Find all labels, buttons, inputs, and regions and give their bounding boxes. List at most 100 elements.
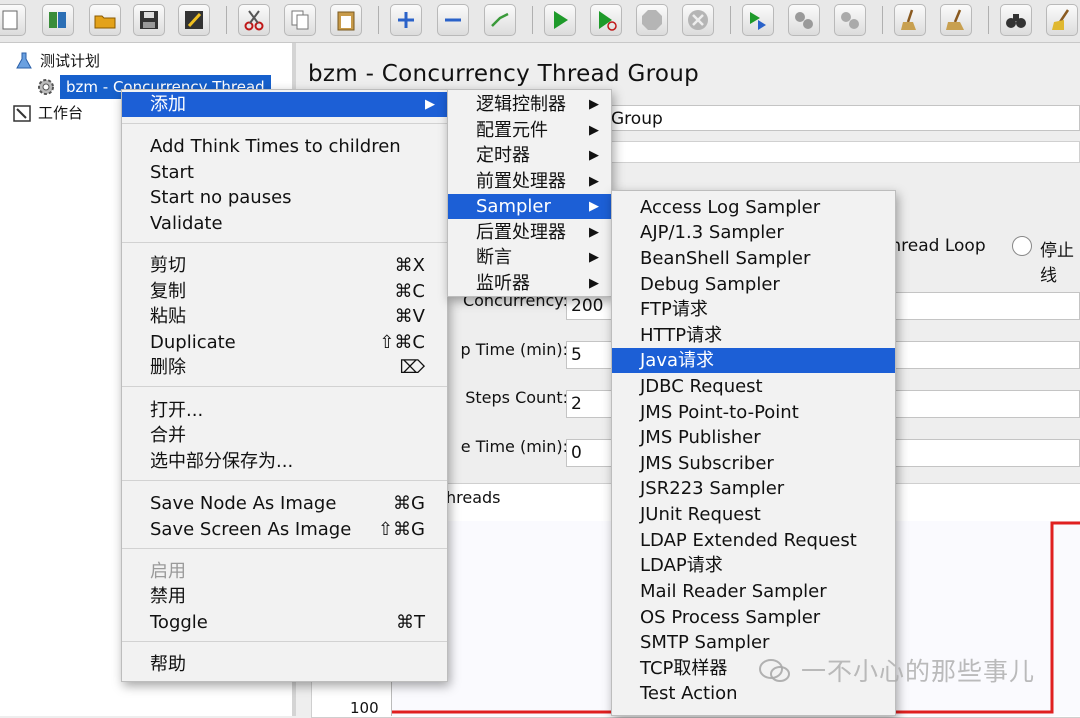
sampler-item[interactable]: BeanShell Sampler: [612, 246, 895, 271]
menu-item-label: 剪切: [150, 255, 186, 276]
chart-y-tick: 100: [350, 699, 379, 717]
clear-all-icon[interactable]: [940, 4, 972, 36]
sampler-item[interactable]: JMS Point-to-Point: [612, 400, 895, 425]
menu-item-copy[interactable]: 复制 ⌘C: [122, 279, 447, 304]
menu-item-label: 添加: [150, 94, 186, 115]
submenu-item-config-element[interactable]: 配置元件 ▶: [448, 118, 611, 143]
sampler-item[interactable]: Debug Sampler: [612, 272, 895, 297]
start-icon[interactable]: [544, 4, 576, 36]
save-as-icon[interactable]: [178, 4, 210, 36]
menu-item-label: 合并: [150, 425, 186, 446]
menu-item-save-screen-image[interactable]: Save Screen As Image ⇧⌘G: [122, 517, 447, 542]
menu-item-save-node-image[interactable]: Save Node As Image ⌘G: [122, 491, 447, 516]
search-icon[interactable]: [1000, 4, 1032, 36]
sampler-item[interactable]: JDBC Request: [612, 374, 895, 399]
wechat-icon: [759, 659, 790, 682]
paste-icon[interactable]: [330, 4, 362, 36]
remote-stop-icon[interactable]: [788, 4, 820, 36]
copy-icon[interactable]: [284, 4, 316, 36]
sampler-submenu: Access Log Sampler AJP/1.3 Sampler BeanS…: [611, 190, 896, 716]
gear-icon: [38, 79, 54, 95]
submenu-arrow-icon: ▶: [589, 276, 599, 291]
menu-item-add-think-times[interactable]: Add Think Times to children: [122, 134, 447, 159]
comments-field[interactable]: [586, 141, 1080, 163]
expand-icon[interactable]: [390, 4, 422, 36]
sampler-item[interactable]: FTP请求: [612, 297, 895, 322]
chart-legend: hreads: [446, 488, 501, 507]
submenu-item-logic-controller[interactable]: 逻辑控制器 ▶: [448, 92, 611, 117]
sampler-item[interactable]: OS Process Sampler: [612, 605, 895, 630]
menu-item-label: JMS Publisher: [640, 427, 761, 448]
remote-shutdown-icon[interactable]: [834, 4, 866, 36]
submenu-item-sampler[interactable]: Sampler ▶: [448, 194, 611, 219]
menu-item-save-selection-as[interactable]: 选中部分保存为...: [122, 449, 447, 474]
menu-item-open[interactable]: 打开...: [122, 398, 447, 423]
toggle-icon[interactable]: [484, 4, 516, 36]
menu-item-label: LDAP请求: [640, 555, 723, 576]
submenu-item-pre-processor[interactable]: 前置处理器 ▶: [448, 169, 611, 194]
context-menu: 添加 ▶ Add Think Times to children Start S…: [121, 89, 448, 682]
start-no-pauses-icon[interactable]: [590, 4, 622, 36]
sampler-item[interactable]: JUnit Request: [612, 502, 895, 527]
menu-item-start[interactable]: Start: [122, 160, 447, 185]
menu-item-cut[interactable]: 剪切 ⌘X: [122, 253, 447, 278]
submenu-item-post-processor[interactable]: 后置处理器 ▶: [448, 220, 611, 245]
submenu-arrow-icon: ▶: [425, 97, 435, 112]
sampler-item[interactable]: LDAP请求: [612, 553, 895, 578]
cut-icon[interactable]: [238, 4, 270, 36]
stop-icon: [636, 4, 668, 36]
submenu-arrow-icon: ▶: [589, 97, 599, 112]
submenu-item-assertion[interactable]: 断言 ▶: [448, 245, 611, 270]
menu-item-label: LDAP Extended Request: [640, 530, 857, 551]
sampler-item[interactable]: JMS Subscriber: [612, 451, 895, 476]
menu-item-paste[interactable]: 粘贴 ⌘V: [122, 304, 447, 329]
submenu-item-listener[interactable]: 监听器 ▶: [448, 271, 611, 296]
reset-search-icon[interactable]: [1046, 4, 1078, 36]
menu-item-label: JSR223 Sampler: [640, 478, 785, 499]
sampler-item[interactable]: LDAP Extended Request: [612, 528, 895, 553]
submenu-item-timer[interactable]: 定时器 ▶: [448, 143, 611, 168]
collapse-icon[interactable]: [437, 4, 469, 36]
sampler-item[interactable]: AJP/1.3 Sampler: [612, 220, 895, 245]
stop-thread-radio[interactable]: [1012, 236, 1032, 256]
menu-item-label: JMS Point-to-Point: [640, 402, 799, 423]
menu-item-label: JUnit Request: [640, 504, 761, 525]
menu-item-disable[interactable]: 禁用: [122, 584, 447, 609]
menu-item-duplicate[interactable]: Duplicate ⇧⌘C: [122, 330, 447, 355]
sampler-item[interactable]: JMS Publisher: [612, 425, 895, 450]
menu-item-merge[interactable]: 合并: [122, 423, 447, 448]
menu-item-label: 逻辑控制器: [476, 94, 566, 115]
save-icon[interactable]: [133, 4, 165, 36]
sampler-item[interactable]: HTTP请求: [612, 323, 895, 348]
clear-icon[interactable]: [894, 4, 926, 36]
menu-shortcut: ⇧⌘C: [379, 332, 425, 353]
sampler-item-java-request[interactable]: Java请求: [612, 348, 895, 373]
sampler-item[interactable]: Mail Reader Sampler: [612, 579, 895, 604]
menu-item-label: 删除: [150, 357, 186, 378]
sampler-item[interactable]: JSR223 Sampler: [612, 476, 895, 501]
menu-item-label: 打开...: [150, 400, 204, 421]
menu-item-label: Add Think Times to children: [150, 136, 401, 157]
menu-item-delete[interactable]: 删除 ⌦: [122, 355, 447, 380]
menu-shortcut: ⌦: [399, 357, 425, 378]
menu-item-validate[interactable]: Validate: [122, 211, 447, 236]
menu-item-label: Access Log Sampler: [640, 197, 821, 218]
templates-icon[interactable]: [42, 4, 74, 36]
menu-item-label: 配置元件: [476, 120, 548, 141]
submenu-arrow-icon: ▶: [589, 174, 599, 189]
open-icon[interactable]: [89, 4, 121, 36]
menu-item-start-no-pauses[interactable]: Start no pauses: [122, 185, 447, 210]
sampler-item[interactable]: Access Log Sampler: [612, 195, 895, 220]
menu-item-label: AJP/1.3 Sampler: [640, 222, 784, 243]
menu-item-help[interactable]: 帮助: [122, 652, 447, 677]
menu-item-toggle[interactable]: Toggle ⌘T: [122, 610, 447, 635]
name-field[interactable]: Group: [586, 105, 1080, 131]
menu-shortcut: ⌘T: [396, 612, 425, 633]
submenu-arrow-icon: ▶: [589, 123, 599, 138]
shutdown-icon: [682, 4, 714, 36]
remote-start-icon[interactable]: [742, 4, 774, 36]
menu-item-label: Duplicate: [150, 332, 236, 353]
new-icon[interactable]: [0, 4, 26, 36]
menu-item-label: Toggle: [150, 612, 208, 633]
menu-item-add[interactable]: 添加 ▶: [122, 92, 447, 117]
